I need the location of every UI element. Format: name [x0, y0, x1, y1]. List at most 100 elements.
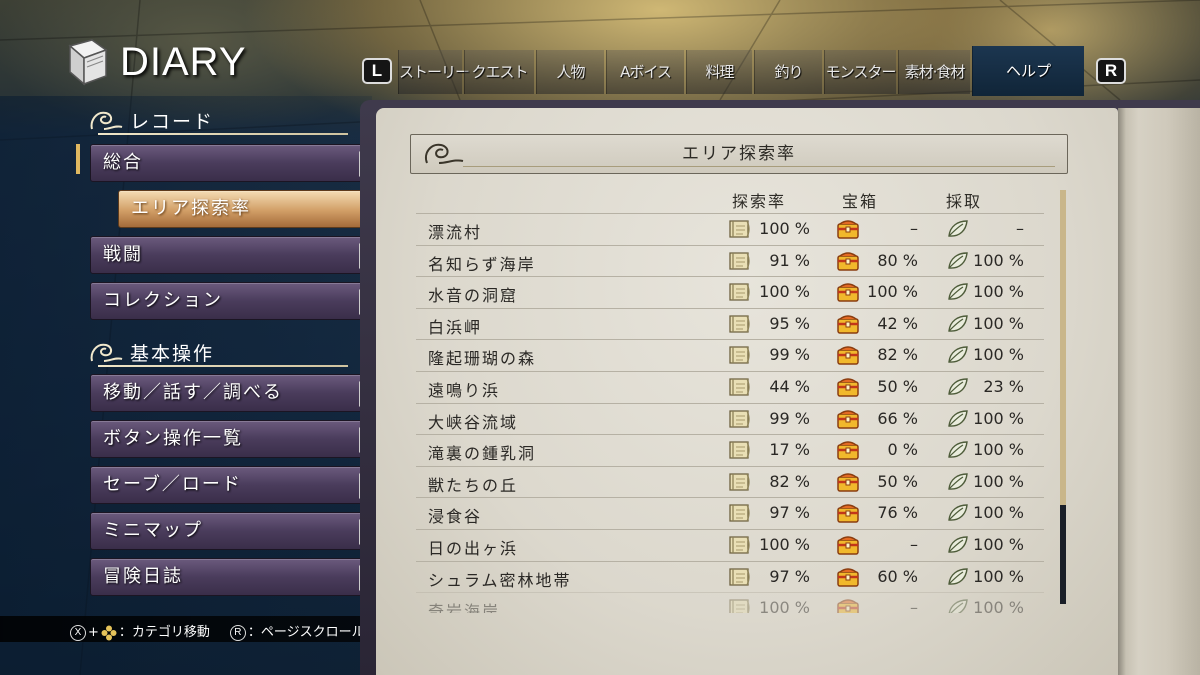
tab-a-voice[interactable]: Aボイス [606, 50, 684, 94]
sidebar-item-label: 冒険日誌 [103, 566, 183, 587]
sidebar-item-adventure-log[interactable]: 冒険日誌 [90, 558, 373, 596]
ornament-icon [90, 111, 123, 130]
explore-rate: 95 % [769, 313, 810, 333]
area-name: 日の出ヶ浜 [428, 539, 519, 558]
book-icon [68, 39, 108, 86]
sidebar-item-area-exploration[interactable]: エリア探索率 [118, 190, 399, 228]
plus-sign: + [88, 625, 99, 640]
selection-marker [76, 144, 80, 174]
r-shoulder-button[interactable]: R [1096, 58, 1126, 84]
page-title: DIARY [120, 39, 247, 84]
ornament-icon [425, 143, 464, 164]
area-table[interactable]: 漂流村 100 % – – 名知らず海岸 91 % 80 % 100 % 水音の洞窟 100 % 1… [416, 213, 1044, 613]
tab-monster[interactable]: モンスター [824, 50, 896, 94]
sidebar-item-label: エリア探索率 [131, 198, 251, 219]
chest-rate: – [910, 535, 918, 554]
table-row: 名知らず海岸 91 % 80 % 100 % [416, 244, 1044, 277]
ornament-icon [90, 343, 123, 362]
area-name: 滝裏の鍾乳洞 [428, 444, 537, 464]
gather-rate: 100 % [973, 345, 1024, 365]
area-name: 水音の洞窟 [428, 286, 519, 306]
page-heading-label: エリア探索率 [682, 144, 796, 164]
sidebar-item-label: ミニマップ [103, 520, 203, 541]
gather-rate: 100 % [973, 471, 1024, 491]
tab-story[interactable]: ストーリー [398, 50, 470, 94]
sidebar-item-label: セーブ／ロード [103, 474, 242, 495]
sidebar-item-button-list[interactable]: ボタン操作一覧 [90, 420, 373, 458]
column-header-chest: 宝箱 [842, 192, 879, 211]
gather-rate: 100 % [973, 598, 1024, 613]
table-row: シュラム密林地帯 97 % 60 % 100 % [416, 560, 1044, 593]
chest-rate: 76 % [877, 503, 918, 523]
tab-fishing[interactable]: 釣り [754, 50, 822, 94]
explore-rate: 97 % [769, 566, 810, 586]
section-header-records: レコード [88, 103, 348, 137]
table-row: 白浜岬 95 % 42 % 100 % [416, 307, 1044, 340]
section-label: レコード [130, 110, 215, 133]
explore-rate: 100 % [759, 219, 810, 238]
sidebar-item-overall[interactable]: 総合 [90, 144, 373, 182]
chest-rate: 50 % [877, 377, 918, 396]
explore-rate: 99 % [769, 408, 810, 428]
dpad-icon [101, 625, 117, 641]
table-row: 滝裏の鍾乳洞 17 % 0 % 100 % [416, 434, 1044, 466]
category-tab-bar: L ストーリー クエスト 人物 Aボイス 料理 釣り モンスター 素材·食材 ヘ… [360, 46, 1140, 96]
explore-rate: 100 % [759, 598, 810, 613]
diary-header: DIARY [62, 36, 247, 88]
l-shoulder-button[interactable]: L [362, 58, 392, 84]
tab-characters[interactable]: 人物 [536, 50, 604, 94]
chest-rate: – [910, 598, 918, 613]
gather-rate: 23 % [983, 377, 1024, 396]
chest-rate: 82 % [877, 345, 918, 365]
chest-rate: 100 % [867, 282, 918, 302]
tab-help[interactable]: ヘルプ [972, 46, 1084, 96]
page-heading: エリア探索率 [410, 134, 1068, 174]
table-row: 日の出ヶ浜 100 % – 100 % [416, 529, 1044, 561]
gather-rate: 100 % [973, 503, 1024, 523]
area-name: 漂流村 [428, 223, 483, 242]
tab-quest[interactable]: クエスト [464, 50, 534, 94]
hint-category-label: ：カテゴリ移動 [118, 625, 210, 640]
sidebar-item-label: 移動／話す／調べる [103, 382, 283, 403]
section-header-basic-controls: 基本操作 [88, 335, 348, 369]
sidebar-item-battle[interactable]: 戦闘 [90, 236, 373, 274]
gather-rate: 100 % [973, 282, 1024, 302]
sidebar-item-label: 戦闘 [103, 244, 143, 265]
chest-rate: 42 % [877, 313, 918, 333]
area-name: 獣たちの丘 [428, 475, 519, 495]
book-page-edge [1118, 108, 1200, 675]
table-row: 漂流村 100 % – – [416, 213, 1044, 245]
explore-rate: 97 % [769, 503, 810, 523]
table-row: 浸食谷 97 % 76 % 100 % [416, 497, 1044, 529]
area-name: 浸食谷 [428, 507, 483, 527]
explore-rate: 100 % [759, 282, 810, 302]
section-label: 基本操作 [130, 342, 215, 365]
area-name: 遠鳴り浜 [428, 381, 501, 400]
hint-scroll-label: ：ページスクロール [247, 625, 365, 640]
area-name: 白浜岬 [428, 317, 483, 337]
area-name: シュラム密林地帯 [428, 570, 572, 590]
sidebar-item-move-talk-examine[interactable]: 移動／話す／調べる [90, 374, 373, 412]
chest-rate: 60 % [877, 566, 918, 586]
sidebar-item-collection[interactable]: コレクション [90, 282, 373, 320]
gather-rate: 100 % [973, 566, 1024, 586]
explore-rate: 91 % [769, 250, 810, 270]
tab-materials[interactable]: 素材·食材 [898, 50, 970, 94]
r-stick-icon: R [229, 625, 246, 641]
chest-rate: – [910, 219, 918, 238]
chest-rate: 66 % [877, 408, 918, 428]
explore-rate: 82 % [769, 471, 810, 491]
table-row: 大峡谷流域 99 % 66 % 100 % [416, 402, 1044, 435]
gather-rate: 100 % [973, 408, 1024, 428]
sidebar-item-save-load[interactable]: セーブ／ロード [90, 466, 373, 504]
gather-rate: – [1016, 219, 1024, 238]
sidebar-item-minimap[interactable]: ミニマップ [90, 512, 373, 550]
sidebar-item-label: 総合 [103, 152, 143, 173]
explore-rate: 44 % [769, 377, 810, 396]
scrollbar-thumb[interactable] [1060, 190, 1066, 505]
table-row: 遠鳴り浜 44 % 50 % 23 % [416, 371, 1044, 403]
x-button-icon: X [70, 625, 86, 641]
tab-cooking[interactable]: 料理 [686, 50, 752, 94]
gather-rate: 100 % [973, 535, 1024, 554]
table-row: 水音の洞窟 100 % 100 % 100 % [416, 276, 1044, 308]
